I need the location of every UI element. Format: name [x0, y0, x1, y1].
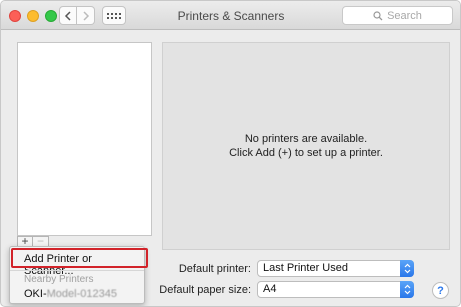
default-printer-label: Default printer:: [178, 263, 251, 275]
select-arrows-icon: [400, 281, 414, 298]
empty-state-title: No printers are available.: [244, 133, 368, 145]
nearby-printer-model: Model-012345: [46, 288, 117, 300]
search-field[interactable]: Search: [342, 6, 453, 25]
empty-state-hint: Click Add (+) to set up a printer.: [229, 147, 383, 159]
nearby-printer-prefix: OKI-: [24, 288, 47, 300]
title-bar: Printers & Scanners Search: [1, 1, 460, 30]
default-paper-size-select[interactable]: A4: [257, 281, 414, 298]
chevron-right-icon: [82, 10, 89, 21]
default-paper-size-value: A4: [263, 283, 277, 295]
printer-list[interactable]: [17, 42, 152, 236]
select-arrows-icon: [400, 260, 414, 277]
show-all-button[interactable]: [102, 6, 126, 25]
window-title: Printers & Scanners: [177, 9, 285, 23]
close-window-button[interactable]: [9, 10, 21, 22]
printers-scanners-window: Printers & Scanners Search + − No printe…: [0, 0, 461, 307]
zoom-window-button[interactable]: [45, 10, 57, 22]
minimize-window-button[interactable]: [27, 10, 39, 22]
menu-item-nearby-printer[interactable]: OKI-Model-012345: [24, 288, 117, 300]
back-button[interactable]: [59, 6, 77, 25]
menu-section-nearby-printers: Nearby Printers: [24, 274, 94, 285]
chevron-left-icon: [64, 10, 71, 21]
add-printer-menu: Add Printer or Scanner... Nearby Printer…: [9, 246, 145, 304]
default-paper-size-label: Default paper size:: [159, 284, 251, 296]
search-icon: [373, 10, 383, 20]
grid-icon: [107, 12, 121, 19]
forward-button[interactable]: [77, 6, 95, 25]
default-printer-select[interactable]: Last Printer Used: [257, 260, 414, 277]
help-button[interactable]: ?: [432, 282, 449, 299]
menu-separator: [10, 270, 144, 271]
default-printer-value: Last Printer Used: [263, 262, 348, 274]
printer-detail-pane: No printers are available. Click Add (+)…: [162, 42, 450, 250]
search-placeholder: Search: [387, 9, 422, 22]
